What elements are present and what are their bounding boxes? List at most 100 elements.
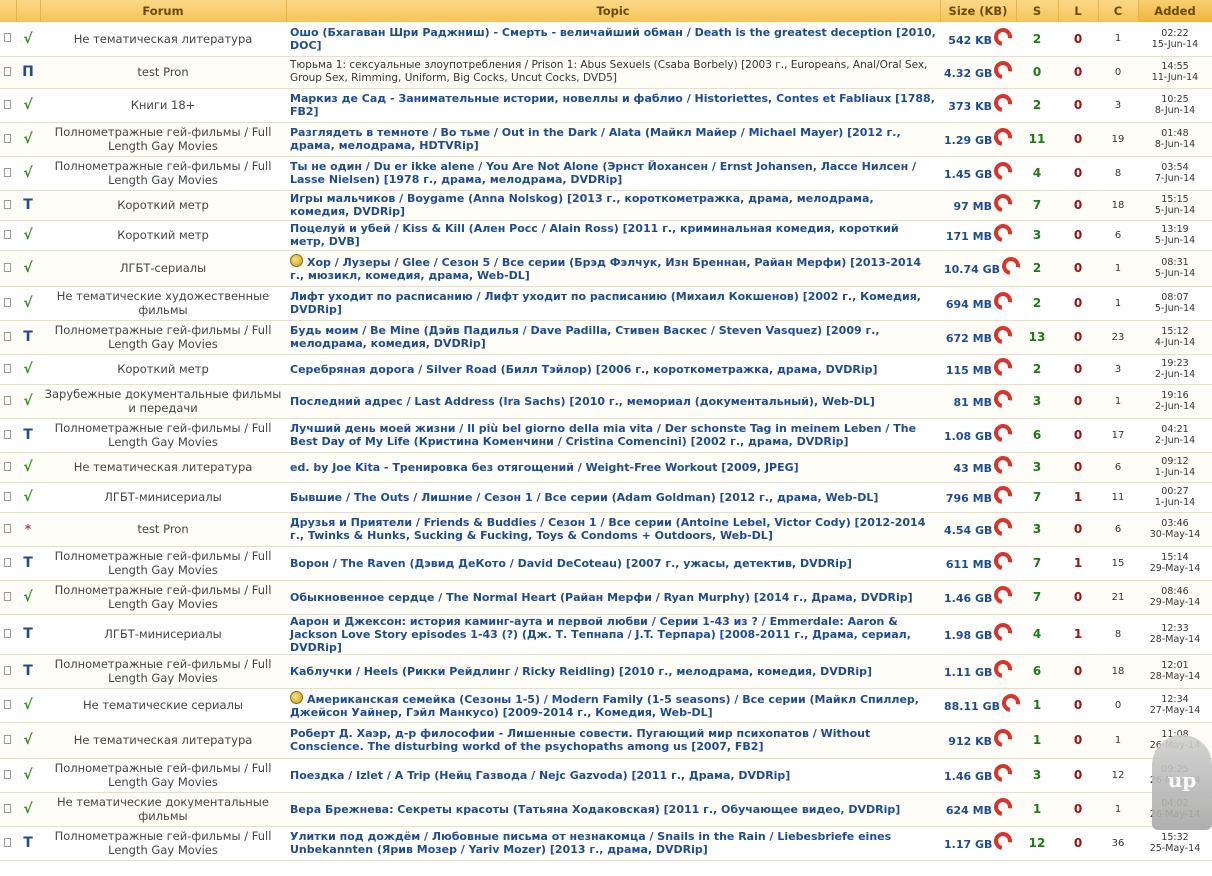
magnet-icon[interactable]	[990, 656, 1016, 682]
topic-link[interactable]: Роберт Д. Хаэр, д-р философии - Лишенные…	[290, 727, 870, 753]
forum-link[interactable]: Полнометражные гей-фильмы / Full Length …	[40, 320, 286, 355]
topic-link[interactable]: Будь моим / Be Mine (Дэйв Падилья / Dave…	[290, 324, 880, 350]
forum-link[interactable]: Короткий метр	[40, 354, 286, 385]
magnet-icon[interactable]	[990, 452, 1016, 478]
topic-link[interactable]: Игры мальчиков / Boygame (Anna Nolskog) …	[290, 192, 874, 218]
magnet-icon[interactable]	[990, 548, 1016, 574]
magnet-icon[interactable]	[990, 760, 1016, 786]
topic-link[interactable]: Аарон и Джексон: история каминг-аута и п…	[290, 615, 911, 654]
magnet-icon[interactable]	[990, 288, 1016, 314]
scroll-up-button[interactable]: up	[1152, 735, 1212, 830]
magnet-icon[interactable]	[990, 514, 1016, 540]
magnet-icon[interactable]	[990, 354, 1016, 380]
forum-link[interactable]: ЛГБТ-минисериалы	[40, 482, 286, 513]
forum-link[interactable]: Зарубежные документальные фильмы и перед…	[40, 384, 286, 419]
topic-link[interactable]: Каблучки / Heels (Рикки Рейдлинг / Ricky…	[290, 665, 872, 678]
forum-link[interactable]: test Pron	[40, 512, 286, 547]
topic-link[interactable]: Маркиз де Сад - Занимательные истории, н…	[290, 92, 935, 118]
forum-link[interactable]: Полнометражные гей-фильмы / Full Length …	[40, 580, 286, 615]
topic-link[interactable]: Американская семейка (Сезоны 1-5) / Mode…	[290, 693, 919, 719]
magnet-icon[interactable]	[990, 158, 1016, 184]
table-row: √ ЛГБТ-минисериалы Бывшие / The Outs / Лиш…	[0, 482, 1212, 513]
magnet-icon[interactable]	[998, 253, 1024, 279]
forum-link[interactable]: ЛГБТ-минисериалы	[40, 614, 286, 655]
topic-link[interactable]: Бывшие / The Outs / Лишние / Сезон 1 / В…	[290, 491, 878, 504]
size-cell: 694 MB	[940, 286, 1016, 321]
forum-link[interactable]: Полнометражные гей-фильмы / Full Length …	[40, 546, 286, 581]
topic-link[interactable]: Тюрьма 1: сексуальные злоупотребления / …	[290, 59, 927, 84]
header-seeders[interactable]: S	[1016, 0, 1059, 22]
magnet-icon[interactable]	[990, 57, 1016, 83]
added-date: 29-May-14	[1149, 563, 1201, 574]
document-icon	[4, 699, 11, 709]
forum-link[interactable]: Полнометражные гей-фильмы / Full Length …	[40, 826, 286, 861]
topic-link[interactable]: Поцелуй и убей / Kiss & Kill (Ален Росс …	[290, 222, 899, 248]
header-forum[interactable]: Forum	[40, 0, 287, 22]
topic-icon-cell	[0, 654, 16, 689]
forum-link[interactable]: Полнометражные гей-фильмы / Full Length …	[40, 156, 286, 191]
magnet-icon[interactable]	[990, 90, 1016, 116]
topic-link[interactable]: Обыкновенное сердце / The Normal Heart (…	[290, 591, 913, 604]
topic-icon-cell	[0, 354, 16, 385]
magnet-icon[interactable]	[990, 725, 1016, 751]
header-size[interactable]: Size (KB)	[940, 0, 1017, 22]
header-added[interactable]: Added	[1138, 0, 1212, 22]
forum-link[interactable]: Полнометражные гей-фильмы / Full Length …	[40, 654, 286, 689]
topic-link[interactable]: ed. by Joe Kita - Тренировка без отягоще…	[290, 461, 799, 474]
added-cell: 04:21 2-Jun-14	[1138, 418, 1212, 453]
document-icon	[4, 803, 11, 813]
topic-link[interactable]: Ты не один / Du er ikke alene / You Are …	[290, 160, 916, 186]
document-icon	[4, 769, 11, 779]
forum-link[interactable]: Не тематические художественные фильмы	[40, 286, 286, 321]
forum-link[interactable]: test Pron	[40, 56, 286, 89]
added-date: 2-Jun-14	[1154, 401, 1196, 412]
header-topic[interactable]: Topic	[286, 0, 941, 22]
topic-link[interactable]: Разглядеть в темноте / Во тьме / Out in …	[290, 126, 901, 152]
topic-cell: Лифт уходит по расписанию / Лифт уходит …	[286, 286, 940, 321]
topic-link[interactable]: Поездка / Izlet / A Trip (Нейц Газвода /…	[290, 769, 790, 782]
topic-link[interactable]: Последний адрес / Last Address (Ira Sach…	[290, 395, 875, 408]
forum-link[interactable]: Не тематическая литература	[40, 452, 286, 483]
magnet-icon[interactable]	[990, 482, 1016, 508]
topic-link[interactable]: Друзья и Приятели / Friends & Buddies / …	[290, 516, 925, 542]
magnet-icon[interactable]	[990, 386, 1016, 412]
magnet-icon[interactable]	[990, 794, 1016, 820]
topic-link[interactable]: Лифт уходит по расписанию / Лифт уходит …	[290, 290, 921, 316]
magnet-icon[interactable]	[990, 619, 1016, 645]
forum-link[interactable]: Не тематическая литература	[40, 722, 286, 759]
forum-link[interactable]: Короткий метр	[40, 220, 286, 251]
magnet-icon[interactable]	[990, 24, 1016, 50]
document-icon	[4, 297, 11, 307]
forum-link[interactable]: Полнометражные гей-фильмы / Full Length …	[40, 122, 286, 157]
magnet-icon[interactable]	[990, 220, 1016, 246]
size-cell: 97 MB	[940, 190, 1016, 221]
magnet-icon[interactable]	[990, 582, 1016, 608]
forum-link[interactable]: Полнометражные гей-фильмы / Full Length …	[40, 418, 286, 453]
header-leechers[interactable]: L	[1058, 0, 1099, 22]
magnet-icon[interactable]	[990, 190, 1016, 216]
added-cell: 19:23 2-Jun-14	[1138, 354, 1212, 385]
forum-link[interactable]: Книги 18+	[40, 88, 286, 123]
topic-link[interactable]: Хор / Лузеры / Glee / Сезон 5 / Все сери…	[290, 256, 921, 282]
topic-link[interactable]: Ворон / The Raven (Дэвид ДеКото / David …	[290, 557, 852, 570]
added-cell: 12:34 27-May-14	[1138, 688, 1212, 723]
topic-link[interactable]: Улитки под дождём / Любовные письма от н…	[290, 830, 891, 856]
magnet-icon[interactable]	[990, 828, 1016, 854]
topic-link[interactable]: Вера Брежнева: Секреты красоты (Татьяна …	[290, 803, 900, 816]
forum-link[interactable]: Не тематические документальные фильмы	[40, 792, 286, 827]
forum-link[interactable]: ЛГБТ-сериалы	[40, 250, 286, 287]
forum-link[interactable]: Не тематическая литература	[40, 22, 286, 57]
topic-link[interactable]: Лучший день моей жизни / Il più bel gior…	[290, 422, 916, 448]
forum-link[interactable]: Не тематические сериалы	[40, 688, 286, 723]
magnet-icon[interactable]	[990, 124, 1016, 150]
magnet-icon[interactable]	[998, 690, 1024, 716]
magnet-icon[interactable]	[990, 322, 1016, 348]
topic-link[interactable]: Ошо (Бхагаван Шри Раджниш) - Смерть - ве…	[290, 26, 936, 52]
forum-link[interactable]: Полнометражные гей-фильмы / Full Length …	[40, 758, 286, 793]
magnet-icon[interactable]	[990, 420, 1016, 446]
added-date: 7-Jun-14	[1154, 173, 1196, 184]
header-completed[interactable]: C	[1098, 0, 1139, 22]
topic-link[interactable]: Серебряная дорога / Silver Road (Билл Тэ…	[290, 363, 878, 376]
forum-link[interactable]: Короткий метр	[40, 190, 286, 221]
status-mark: √	[16, 482, 40, 513]
